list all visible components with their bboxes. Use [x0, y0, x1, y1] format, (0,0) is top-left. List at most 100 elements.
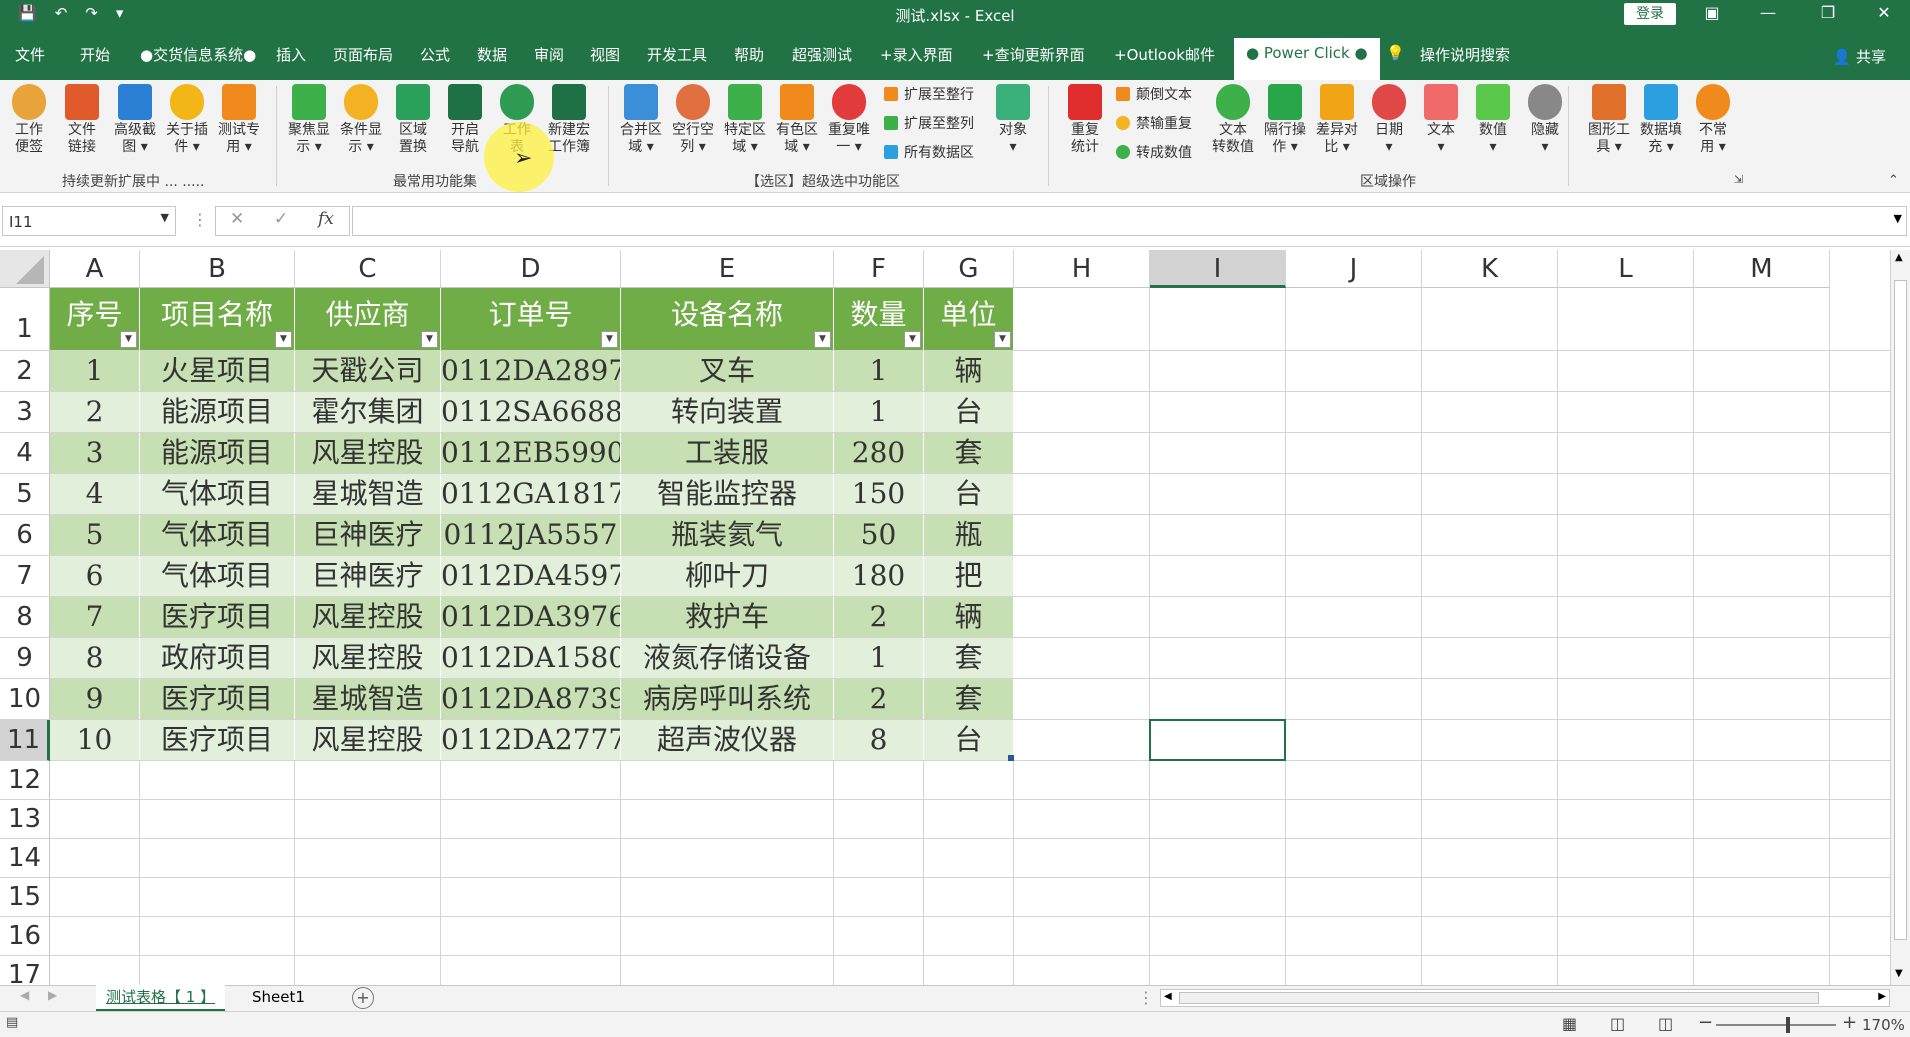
- normal-view-icon[interactable]: ▦: [1562, 1014, 1577, 1033]
- table-header-cell[interactable]: 订单号 ▼: [441, 288, 621, 350]
- ribbon-button-1[interactable]: 文件 链接: [55, 84, 109, 156]
- column-header-H[interactable]: H: [1014, 250, 1150, 288]
- table-cell[interactable]: 医疗项目: [140, 679, 295, 719]
- table-header-cell[interactable]: 单位 ▼: [924, 288, 1014, 350]
- zoom-slider-thumb[interactable]: [1786, 1017, 1790, 1033]
- vertical-scroll-thumb[interactable]: [1894, 280, 1907, 940]
- table-header-cell[interactable]: 设备名称 ▼: [621, 288, 834, 350]
- ribbon-button-21[interactable]: 日期 ▾: [1362, 84, 1416, 156]
- table-cell[interactable]: 0112DA8739: [441, 679, 621, 719]
- expand-formula-icon[interactable]: ▼: [1894, 212, 1902, 225]
- table-cell[interactable]: 0112DA3976: [441, 597, 621, 637]
- table-cell[interactable]: 套: [924, 433, 1014, 473]
- column-header-D[interactable]: D: [441, 250, 621, 288]
- table-cell[interactable]: 50: [834, 515, 924, 555]
- table-cell[interactable]: 3: [50, 433, 140, 473]
- next-sheet-icon[interactable]: ▶: [48, 988, 57, 1002]
- active-cell-I11[interactable]: [1149, 719, 1286, 761]
- tab-delivery-system[interactable]: ●交货信息系统●: [140, 44, 256, 65]
- table-cell[interactable]: 星城智造: [295, 679, 441, 719]
- select-all-corner[interactable]: [0, 250, 50, 288]
- table-cell[interactable]: 瓶: [924, 515, 1014, 555]
- row-header-8[interactable]: 8: [0, 597, 50, 638]
- ribbon-button-15[interactable]: 重复唯一 ▾: [822, 84, 876, 156]
- ribbon-button-20[interactable]: 差异对比 ▾: [1310, 84, 1364, 156]
- row-header-14[interactable]: 14: [0, 839, 50, 878]
- table-cell[interactable]: 辆: [924, 351, 1014, 391]
- filter-dropdown-icon[interactable]: ▼: [275, 331, 292, 348]
- horizontal-scrollbar[interactable]: ◀ ▶: [1160, 989, 1890, 1007]
- ribbon-button-14[interactable]: 有色区域 ▾: [770, 84, 824, 156]
- table-cell[interactable]: 把: [924, 556, 1014, 596]
- column-header-L[interactable]: L: [1558, 250, 1694, 288]
- table-cell[interactable]: 5: [50, 515, 140, 555]
- login-button[interactable]: 登录: [1624, 3, 1676, 25]
- table-cell[interactable]: 救护车: [621, 597, 834, 637]
- filter-dropdown-icon[interactable]: ▼: [904, 331, 921, 348]
- row-header-12[interactable]: 12: [0, 761, 50, 800]
- table-cell[interactable]: 超声波仪器: [621, 720, 834, 760]
- ribbon-button-2[interactable]: 高级截图 ▾: [108, 84, 162, 156]
- tab-view[interactable]: 视图: [590, 44, 620, 65]
- tab-entry-form[interactable]: +录入界面: [880, 44, 953, 65]
- formula-input[interactable]: ▼: [352, 206, 1907, 236]
- table-cell[interactable]: 台: [924, 720, 1014, 760]
- ribbon-display-options-icon[interactable]: ▣: [1692, 3, 1732, 22]
- table-cell[interactable]: 套: [924, 638, 1014, 678]
- zoom-out-icon[interactable]: −: [1698, 1012, 1713, 1033]
- expand-to-column-button[interactable]: 扩展至整列: [884, 113, 974, 133]
- table-cell[interactable]: 火星项目: [140, 351, 295, 391]
- ribbon-button-13[interactable]: 特定区域 ▾: [718, 84, 772, 156]
- prevent-duplicates-button[interactable]: 禁输重复: [1116, 113, 1192, 133]
- filter-dropdown-icon[interactable]: ▼: [120, 331, 137, 348]
- column-header-F[interactable]: F: [834, 250, 924, 288]
- tab-power-click[interactable]: ● Power Click ●: [1234, 38, 1380, 80]
- tab-help[interactable]: 帮助: [734, 44, 764, 65]
- table-cell[interactable]: 转向装置: [621, 392, 834, 432]
- row-header-16[interactable]: 16: [0, 917, 50, 956]
- table-cell[interactable]: 150: [834, 474, 924, 514]
- table-cell[interactable]: 柳叶刀: [621, 556, 834, 596]
- sheet-tab-sheet1[interactable]: Sheet1: [242, 985, 315, 1011]
- table-cell[interactable]: 风星控股: [295, 720, 441, 760]
- column-header-J[interactable]: J: [1286, 250, 1422, 288]
- table-cell[interactable]: 280: [834, 433, 924, 473]
- table-cell[interactable]: 0112DA2777: [441, 720, 621, 760]
- scroll-right-icon[interactable]: ▶: [1878, 991, 1886, 1002]
- name-box[interactable]: I11 ▼: [2, 206, 176, 236]
- filter-dropdown-icon[interactable]: ▼: [814, 331, 831, 348]
- table-cell[interactable]: 病房呼叫系统: [621, 679, 834, 719]
- column-header-G[interactable]: G: [924, 250, 1014, 288]
- column-header-B[interactable]: B: [140, 250, 295, 288]
- column-header-C[interactable]: C: [295, 250, 441, 288]
- table-cell[interactable]: 风星控股: [295, 597, 441, 637]
- table-cell[interactable]: 套: [924, 679, 1014, 719]
- restore-icon[interactable]: ❐: [1808, 3, 1848, 22]
- tab-outlook-mail[interactable]: +Outlook邮件: [1114, 44, 1215, 65]
- row-header-9[interactable]: 9: [0, 638, 50, 679]
- ribbon-button-6[interactable]: 条件显示 ▾: [334, 84, 388, 156]
- vertical-scrollbar[interactable]: ▲ ▼: [1890, 250, 1910, 985]
- column-header-I[interactable]: I: [1150, 250, 1286, 288]
- row-header-1[interactable]: 1: [0, 288, 50, 351]
- tab-review[interactable]: 审阅: [534, 44, 564, 65]
- all-data-range-button[interactable]: 所有数据区: [884, 142, 974, 162]
- column-header-E[interactable]: E: [621, 250, 834, 288]
- table-cell[interactable]: 7: [50, 597, 140, 637]
- table-cell[interactable]: 0112GA1817: [441, 474, 621, 514]
- ribbon-button-18[interactable]: 文本 转数值: [1206, 84, 1260, 156]
- table-cell[interactable]: 天戳公司: [295, 351, 441, 391]
- dialog-launcher-icon[interactable]: ⇲: [1734, 173, 1743, 186]
- table-cell[interactable]: 工装服: [621, 433, 834, 473]
- tab-page-layout[interactable]: 页面布局: [333, 44, 393, 65]
- column-header-K[interactable]: K: [1422, 250, 1558, 288]
- zoom-in-icon[interactable]: +: [1842, 1012, 1857, 1033]
- table-header-cell[interactable]: 项目名称 ▼: [140, 288, 295, 350]
- filter-dropdown-icon[interactable]: ▼: [421, 331, 438, 348]
- ribbon-button-4[interactable]: 测试专用 ▾: [212, 84, 266, 156]
- table-header-cell[interactable]: 供应商 ▼: [295, 288, 441, 350]
- macro-recording-icon[interactable]: ▤: [6, 1015, 18, 1030]
- table-cell[interactable]: 0112DA4597: [441, 556, 621, 596]
- table-cell[interactable]: 0112JA5557: [441, 515, 621, 555]
- ribbon-button-5[interactable]: 聚焦显示 ▾: [282, 84, 336, 156]
